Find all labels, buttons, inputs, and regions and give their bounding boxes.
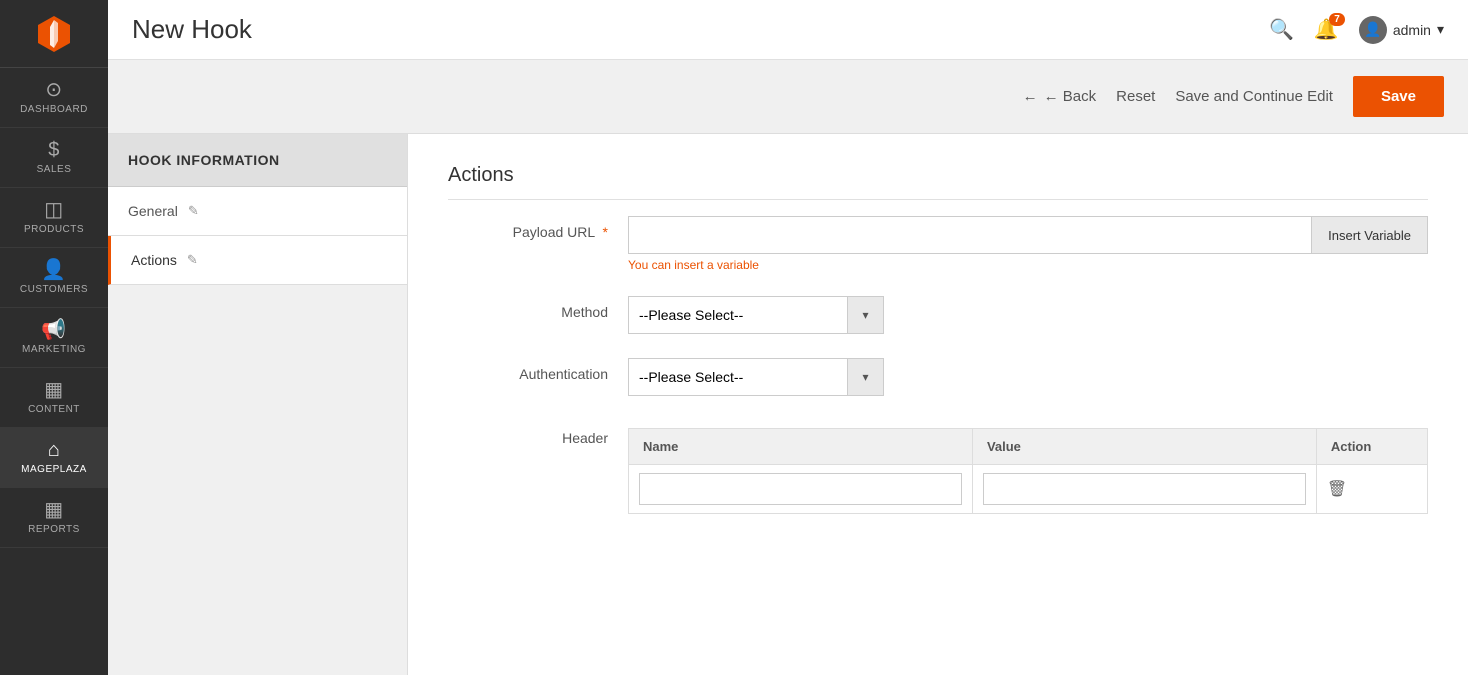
header-actions: 🔍 🔔 7 👤 admin ▾: [1269, 16, 1444, 44]
reports-icon: ▦: [44, 500, 63, 520]
header-table: Name Value Action: [628, 428, 1428, 514]
customers-icon: 👤: [41, 260, 66, 280]
header-action-cell: 🗑: [1316, 465, 1427, 514]
hook-info-title: HOOK INFORMATION: [108, 134, 407, 187]
authentication-field: --Please Select-- ▾: [628, 358, 1428, 396]
sales-icon: $: [48, 140, 60, 160]
sidebar-item-reports-label: Reports: [28, 524, 80, 535]
header-name-input[interactable]: [639, 473, 962, 505]
header-label: Header: [448, 420, 608, 446]
nav-item-general[interactable]: General ✎: [108, 187, 407, 236]
payload-url-row: Payload URL * Insert Variable You can in…: [448, 216, 1428, 272]
admin-menu-button[interactable]: 👤 admin ▾: [1359, 16, 1444, 44]
reset-button[interactable]: Reset: [1116, 88, 1155, 105]
admin-label: admin: [1393, 22, 1431, 38]
sidebar-item-sales-label: Sales: [37, 164, 72, 175]
notification-button[interactable]: 🔔 7: [1314, 17, 1339, 42]
left-panel: HOOK INFORMATION General ✎ Actions ✎: [108, 134, 408, 675]
method-field: --Please Select-- ▾: [628, 296, 1428, 334]
sidebar-item-reports[interactable]: ▦ Reports: [0, 488, 108, 548]
delete-row-button[interactable]: 🗑: [1327, 479, 1347, 499]
page-title: New Hook: [132, 14, 252, 45]
chevron-down-icon: ▾: [1437, 21, 1444, 38]
sidebar-item-mageplaza-label: Mageplaza: [21, 464, 87, 475]
header-table-wrap: Name Value Action: [628, 420, 1428, 514]
sidebar-item-marketing-label: Marketing: [22, 344, 86, 355]
auth-select-arrow: ▾: [848, 358, 884, 396]
avatar: 👤: [1359, 16, 1387, 44]
method-select-wrap: --Please Select-- ▾: [628, 296, 1428, 334]
actions-section-title: Actions: [448, 164, 1428, 200]
nav-general-label: General: [128, 203, 178, 219]
edit-icon-general: ✎: [188, 203, 199, 219]
payload-url-field: Insert Variable You can insert a variabl…: [628, 216, 1428, 272]
user-icon: 👤: [1364, 21, 1381, 38]
method-label: Method: [448, 296, 608, 320]
save-button[interactable]: Save: [1353, 76, 1444, 117]
sidebar-item-dashboard[interactable]: ⊙ Dashboard: [0, 68, 108, 128]
search-button[interactable]: 🔍: [1269, 17, 1294, 42]
header-value-cell: [972, 465, 1316, 514]
header-table-head-row: Name Value Action: [629, 429, 1428, 465]
top-header: New Hook 🔍 🔔 7 👤 admin ▾: [108, 0, 1468, 60]
sidebar-item-products-label: Products: [24, 224, 84, 235]
authentication-label: Authentication: [448, 358, 608, 382]
sidebar-item-customers-label: Customers: [20, 284, 88, 295]
right-panel: Actions Payload URL * Insert Variable Yo…: [408, 134, 1468, 675]
notification-badge: 7: [1329, 13, 1345, 26]
required-indicator: *: [603, 224, 608, 240]
sidebar-item-content-label: Content: [28, 404, 80, 415]
sidebar-item-marketing[interactable]: 📢 Marketing: [0, 308, 108, 368]
content-area: HOOK INFORMATION General ✎ Actions ✎ Act…: [108, 134, 1468, 675]
authentication-row: Authentication --Please Select-- ▾: [448, 358, 1428, 396]
edit-icon-actions: ✎: [187, 252, 198, 268]
search-icon: 🔍: [1269, 19, 1294, 41]
save-continue-label: Save and Continue Edit: [1175, 88, 1333, 105]
mageplaza-icon: ⌂: [48, 440, 61, 460]
sidebar-item-dashboard-label: Dashboard: [20, 104, 88, 115]
payload-url-label: Payload URL *: [448, 216, 608, 240]
reset-label: Reset: [1116, 88, 1155, 105]
payload-url-input[interactable]: [628, 216, 1312, 254]
header-col-value: Value: [972, 429, 1316, 465]
back-label: ← Back: [1044, 88, 1097, 105]
sidebar-logo: [0, 0, 108, 68]
marketing-icon: 📢: [41, 320, 66, 340]
back-button[interactable]: ← ← Back: [1023, 88, 1097, 105]
back-icon: ←: [1023, 88, 1038, 105]
insert-variable-button[interactable]: Insert Variable: [1312, 216, 1428, 254]
authentication-select-wrap: --Please Select-- ▾: [628, 358, 1428, 396]
method-select[interactable]: --Please Select--: [628, 296, 848, 334]
dashboard-icon: ⊙: [45, 80, 62, 100]
nav-item-actions[interactable]: Actions ✎: [108, 236, 407, 285]
nav-actions-label: Actions: [131, 252, 177, 268]
save-continue-button[interactable]: Save and Continue Edit: [1175, 88, 1333, 105]
table-row: 🗑: [629, 465, 1428, 514]
header-name-cell: [629, 465, 973, 514]
header-col-name: Name: [629, 429, 973, 465]
action-bar: ← ← Back Reset Save and Continue Edit Sa…: [108, 60, 1468, 134]
header-value-input[interactable]: [983, 473, 1306, 505]
header-row: Header Name Value Action: [448, 420, 1428, 514]
authentication-select[interactable]: --Please Select--: [628, 358, 848, 396]
sidebar-item-content[interactable]: ▦ Content: [0, 368, 108, 428]
sidebar-item-customers[interactable]: 👤 Customers: [0, 248, 108, 308]
method-select-arrow: ▾: [848, 296, 884, 334]
sidebar: ⊙ Dashboard $ Sales ◫ Products 👤 Custome…: [0, 0, 108, 675]
sidebar-item-mageplaza[interactable]: ⌂ Mageplaza: [0, 428, 108, 488]
content-icon: ▦: [44, 380, 63, 400]
header-col-action: Action: [1316, 429, 1427, 465]
method-row: Method --Please Select-- ▾: [448, 296, 1428, 334]
sidebar-item-sales[interactable]: $ Sales: [0, 128, 108, 188]
payload-url-input-group: Insert Variable: [628, 216, 1428, 254]
magento-logo-icon: [32, 12, 76, 56]
payload-url-hint: You can insert a variable: [628, 258, 1428, 272]
main-content: New Hook 🔍 🔔 7 👤 admin ▾ ← ← Back: [108, 0, 1468, 675]
sidebar-item-products[interactable]: ◫ Products: [0, 188, 108, 248]
products-icon: ◫: [44, 200, 63, 220]
